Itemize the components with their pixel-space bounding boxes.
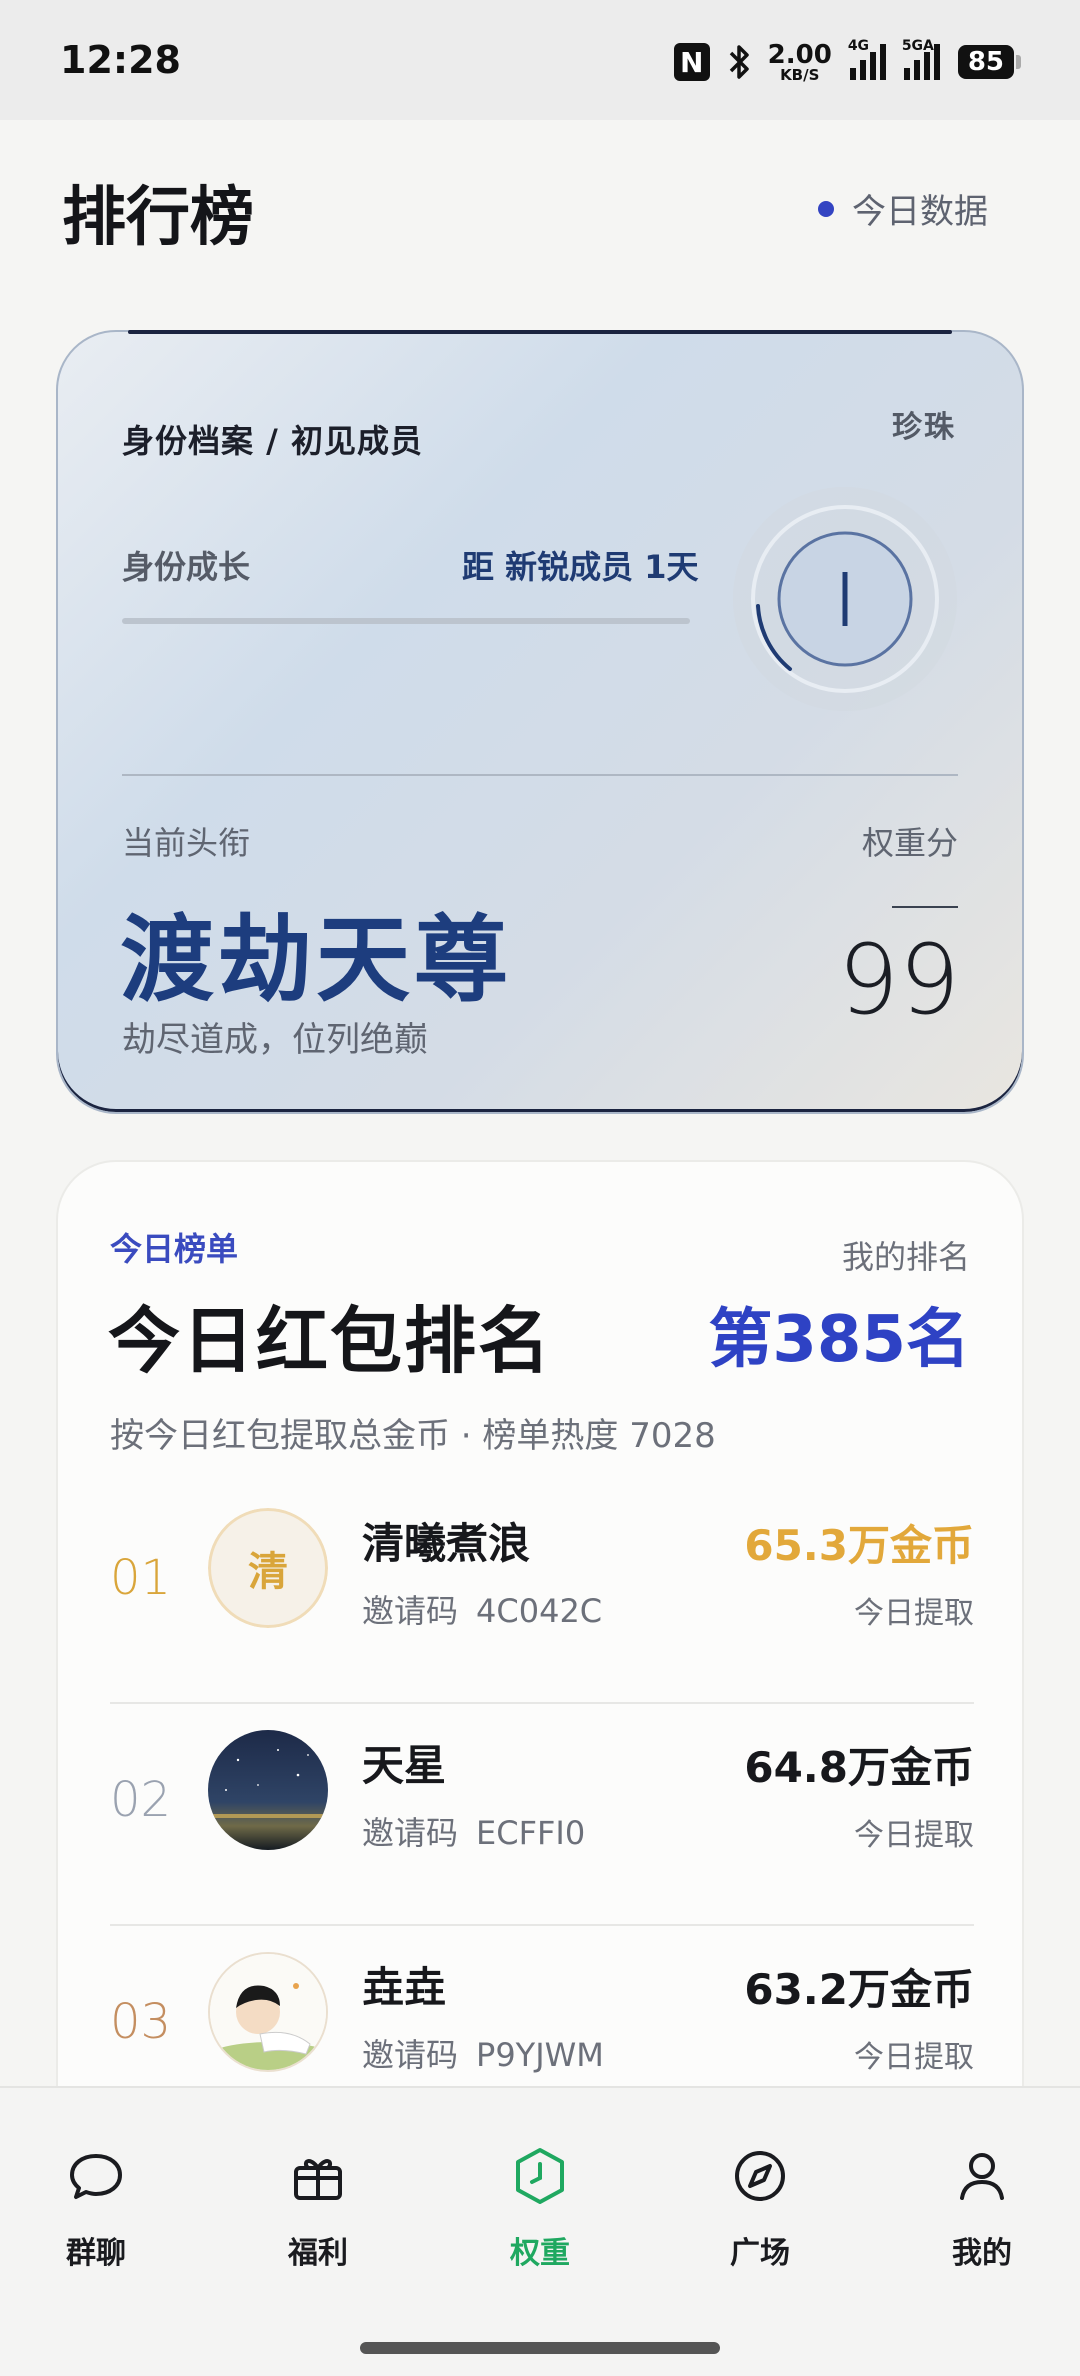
- bluetooth-icon: [729, 45, 749, 79]
- identity-card[interactable]: 身份档案 / 初见成员 珍珠 身份成长 距 新锐成员 1天 当前头衔 权重分 渡…: [56, 330, 1024, 1114]
- today-data-link[interactable]: 今日数据: [818, 184, 988, 233]
- invite-code-label: 邀请码: [362, 2036, 459, 2074]
- growth-target: 距 新锐成员 1天: [462, 548, 699, 586]
- avatar[interactable]: [208, 1730, 328, 1850]
- nav-label-mine: 我的: [952, 2236, 1012, 2271]
- nfc-icon: N: [673, 43, 710, 81]
- my-rank-label: 我的排名: [841, 1238, 970, 1276]
- nav-item-mine[interactable]: 我的: [902, 2144, 1062, 2272]
- rank-row[interactable]: 02 天星 邀请码 ECFFI0 64.8万金币 今日提取: [110, 1704, 974, 1926]
- invite-code-label: 邀请码: [362, 1814, 459, 1852]
- rank-today-label: 今日提取: [854, 2040, 974, 2075]
- avatar[interactable]: 清: [208, 1508, 328, 1628]
- rank-user-name: 垚垚: [362, 1963, 447, 2012]
- signal-5ga-tag: 5GA: [901, 38, 934, 54]
- invite-code-line: 邀请码 4C042C: [362, 1586, 602, 1632]
- my-rank-value: 第385名: [708, 1303, 970, 1377]
- net-speed: 2.00 KB/S: [768, 42, 832, 83]
- rank-coins: 63.2万金币: [744, 1965, 974, 2014]
- identity-breadcrumb: 身份档案 / 初见成员: [122, 422, 423, 460]
- chat-bubble-icon: [70, 2154, 122, 2199]
- card-divider: [122, 774, 958, 776]
- invite-code: P9YJWM: [476, 2036, 604, 2074]
- invite-code-line: 邀请码 ECFFI0: [362, 1808, 585, 1854]
- nav-item-weight[interactable]: 权重: [460, 2144, 620, 2272]
- weight-score-line: [892, 906, 958, 908]
- today-dot-icon: [818, 200, 834, 217]
- invite-code: 4C042C: [476, 1592, 603, 1630]
- avatar[interactable]: [208, 1952, 328, 2072]
- nav-item-chat[interactable]: 群聊: [16, 2144, 176, 2272]
- ranking-eyebrow: 今日榜单: [110, 1230, 239, 1268]
- growth-label: 身份成长: [122, 548, 251, 586]
- ranking-subtitle: 按今日红包提取总金币 · 榜单热度 7028: [110, 1416, 716, 1456]
- rank-today-label: 今日提取: [854, 1818, 974, 1853]
- status-bar: 12:28 N 2.00 KB/S 4G 5GA 85: [0, 0, 1080, 120]
- current-title: 渡劫天尊: [120, 906, 513, 1015]
- net-speed-value: 2.00: [767, 39, 832, 70]
- weight-score-label: 权重分: [861, 824, 958, 862]
- rank-coins: 65.3万金币: [744, 1521, 974, 1570]
- invite-code-label: 邀请码: [362, 1592, 459, 1630]
- nav-label-plaza: 广场: [730, 2236, 790, 2271]
- cartoon-avatar-icon: [210, 1954, 326, 2070]
- person-icon: [960, 2153, 1004, 2200]
- nav-item-plaza[interactable]: 广场: [680, 2144, 840, 2272]
- status-icons: N 2.00 KB/S 4G 5GA 85: [673, 38, 1022, 84]
- rank-user-name: 天星: [362, 1741, 447, 1790]
- page-title: 排行榜: [62, 181, 254, 255]
- net-speed-unit: KB/S: [780, 65, 820, 84]
- rank-coins: 64.8万金币: [744, 1743, 974, 1792]
- level-dial-icon: [733, 487, 957, 711]
- nav-label-welfare: 福利: [288, 2236, 348, 2271]
- rank-today-label: 今日提取: [854, 1596, 974, 1631]
- nav-label-chat: 群聊: [66, 2236, 126, 2271]
- night-sky-avatar-icon: [208, 1730, 328, 1850]
- signal-4g-tag: 4G: [847, 38, 870, 54]
- nav-item-welfare[interactable]: 福利: [238, 2144, 398, 2272]
- compass-icon: [735, 2151, 785, 2201]
- status-time: 12:28: [60, 38, 181, 82]
- nav-label-weight: 权重: [510, 2236, 570, 2271]
- rank-user-name: 清曦煮浪: [362, 1519, 531, 1568]
- home-indicator[interactable]: [360, 2342, 720, 2354]
- tier-badge: 珍珠: [892, 410, 956, 445]
- invite-code-line: 邀请码 P9YJWM: [362, 2030, 604, 2076]
- ranking-title: 今日红包排名: [108, 1299, 553, 1383]
- today-data-label: 今日数据: [852, 192, 988, 232]
- signal-5ga-icon: 5GA: [902, 38, 940, 80]
- avatar-initial: 清: [208, 1508, 328, 1628]
- growth-progress-bar: [122, 618, 690, 624]
- rank-number: 03: [110, 1994, 172, 2050]
- current-title-description: 劫尽道成，位列绝巅: [122, 1020, 428, 1060]
- gift-icon: [294, 2159, 342, 2200]
- invite-code: ECFFI0: [476, 1814, 586, 1852]
- battery-icon: 85: [957, 45, 1022, 79]
- signal-4g-icon: 4G: [848, 38, 886, 80]
- hexagon-clock-icon: [516, 2148, 564, 2204]
- current-title-label: 当前头衔: [122, 824, 251, 862]
- rank-number: 02: [110, 1772, 172, 1828]
- page-header: 排行榜 今日数据: [0, 120, 1080, 280]
- rank-number: 01: [110, 1550, 172, 1606]
- rank-row[interactable]: 01 清 清曦煮浪 邀请码 4C042C 65.3万金币 今日提取: [110, 1482, 974, 1704]
- weight-score: 99: [837, 924, 960, 1036]
- bottom-navigation: 群聊 福利 权重 广场 我的: [0, 2086, 1080, 2376]
